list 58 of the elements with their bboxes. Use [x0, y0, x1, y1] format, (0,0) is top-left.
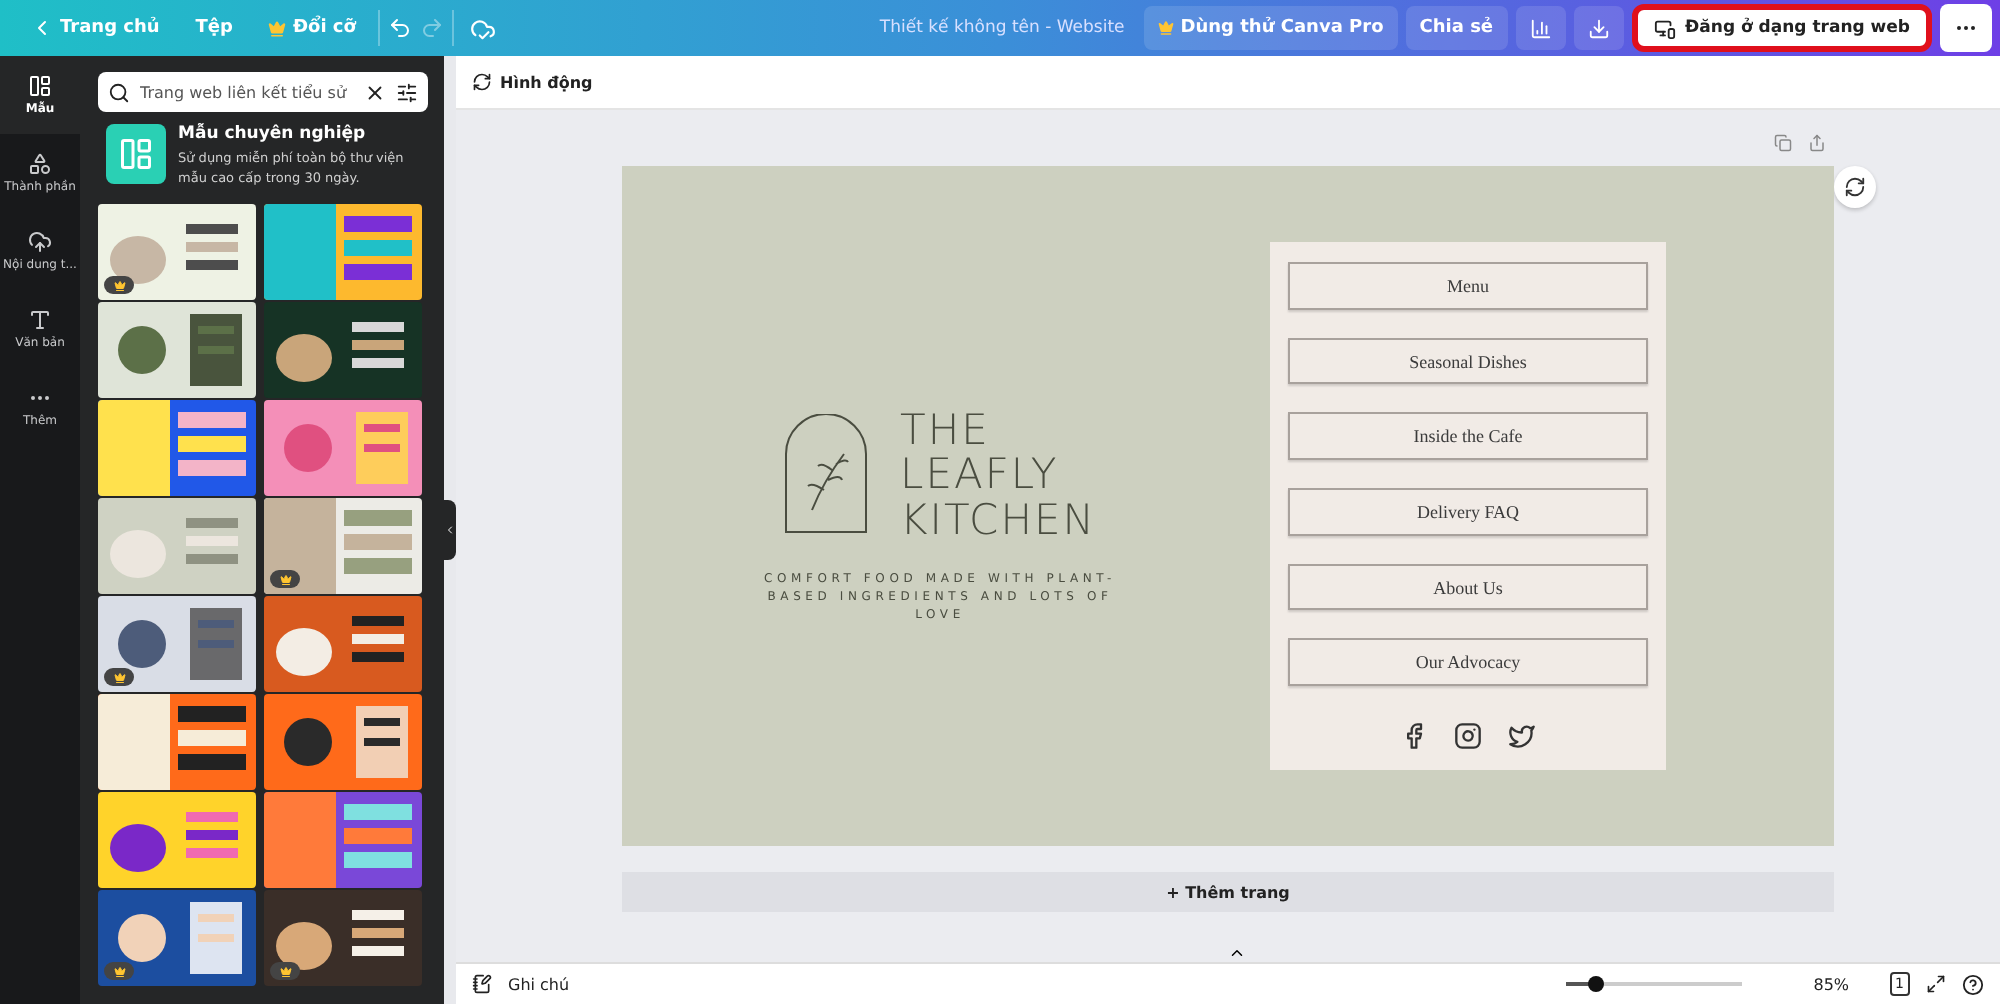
chevron-left-icon — [444, 524, 456, 536]
copy-icon[interactable] — [1774, 134, 1792, 152]
fullscreen-icon[interactable] — [1926, 974, 1946, 994]
twitter-icon[interactable] — [1508, 722, 1536, 751]
help-icon[interactable] — [1962, 973, 1984, 995]
crown-icon — [279, 573, 291, 586]
canva-pro-button[interactable]: Dùng thử Canva Pro — [1144, 6, 1398, 50]
brand-name: LEAFLY — [900, 452, 1061, 498]
filter-icon[interactable] — [396, 81, 418, 103]
templates-icon — [28, 74, 52, 98]
instagram-icon[interactable] — [1454, 722, 1482, 751]
notes-label[interactable]: Ghi chú — [508, 975, 570, 993]
search-field[interactable]: Trang web liên kết tiểu sử — [140, 83, 354, 101]
menu-button[interactable]: Our Advocacy — [1288, 638, 1648, 687]
notes-icon[interactable] — [472, 974, 492, 994]
crown-icon — [279, 965, 291, 978]
brand-name: KITCHEN — [900, 497, 1096, 542]
animate-icon — [472, 72, 492, 92]
share-icon[interactable] — [1808, 134, 1826, 152]
document-title: Thiết kế không tên - Website — [879, 18, 1125, 38]
crown-icon — [268, 19, 287, 37]
crown-icon — [113, 965, 125, 978]
elements-icon — [28, 152, 52, 176]
bar-chart-icon — [1529, 17, 1552, 39]
add-page-button[interactable]: + Thêm trang — [622, 872, 1834, 912]
layout-icon — [118, 136, 154, 172]
search-bar[interactable]: Trang web liên kết tiểu sử — [98, 72, 428, 112]
menu-button[interactable]: Seasonal Dishes — [1288, 337, 1648, 385]
clear-icon[interactable] — [364, 81, 386, 103]
refresh-button[interactable] — [1834, 166, 1876, 208]
cloud-icon[interactable] — [469, 15, 496, 41]
text-icon — [28, 308, 52, 332]
animate-button[interactable]: Hình động — [472, 72, 593, 92]
menu-button[interactable]: Delivery FAQ — [1288, 488, 1648, 536]
search-icon — [108, 81, 130, 103]
download-icon — [1587, 17, 1610, 39]
monitor-icon — [1653, 17, 1676, 39]
menu-button[interactable]: Inside the Cafe — [1288, 412, 1648, 461]
download-button[interactable] — [1573, 6, 1624, 50]
more-button[interactable] — [1940, 4, 1992, 52]
uploads-icon — [28, 230, 52, 254]
publish-website-button[interactable]: Đăng ở dạng trang web — [1631, 4, 1932, 52]
crown-icon — [1158, 20, 1175, 36]
insights-button[interactable] — [1515, 6, 1566, 50]
collapse-handle[interactable] — [444, 500, 456, 560]
undo-icon[interactable] — [387, 16, 412, 40]
crown-icon — [113, 279, 125, 292]
refresh-icon — [1844, 176, 1866, 198]
crown-icon — [113, 671, 125, 684]
caret-icon[interactable] — [1228, 944, 1246, 962]
brand-name: THE — [900, 408, 992, 453]
promo-title: Mẫu chuyên nghiệp — [178, 124, 368, 144]
leaf-arch-icon — [784, 414, 868, 535]
menu-button[interactable]: Menu — [1288, 262, 1648, 310]
share-button[interactable]: Chia sẻ — [1405, 6, 1508, 50]
zoom-thumb[interactable] — [1587, 976, 1604, 992]
zoom-reading: 85% — [1813, 975, 1850, 993]
menu-button[interactable]: About Us — [1288, 563, 1648, 611]
